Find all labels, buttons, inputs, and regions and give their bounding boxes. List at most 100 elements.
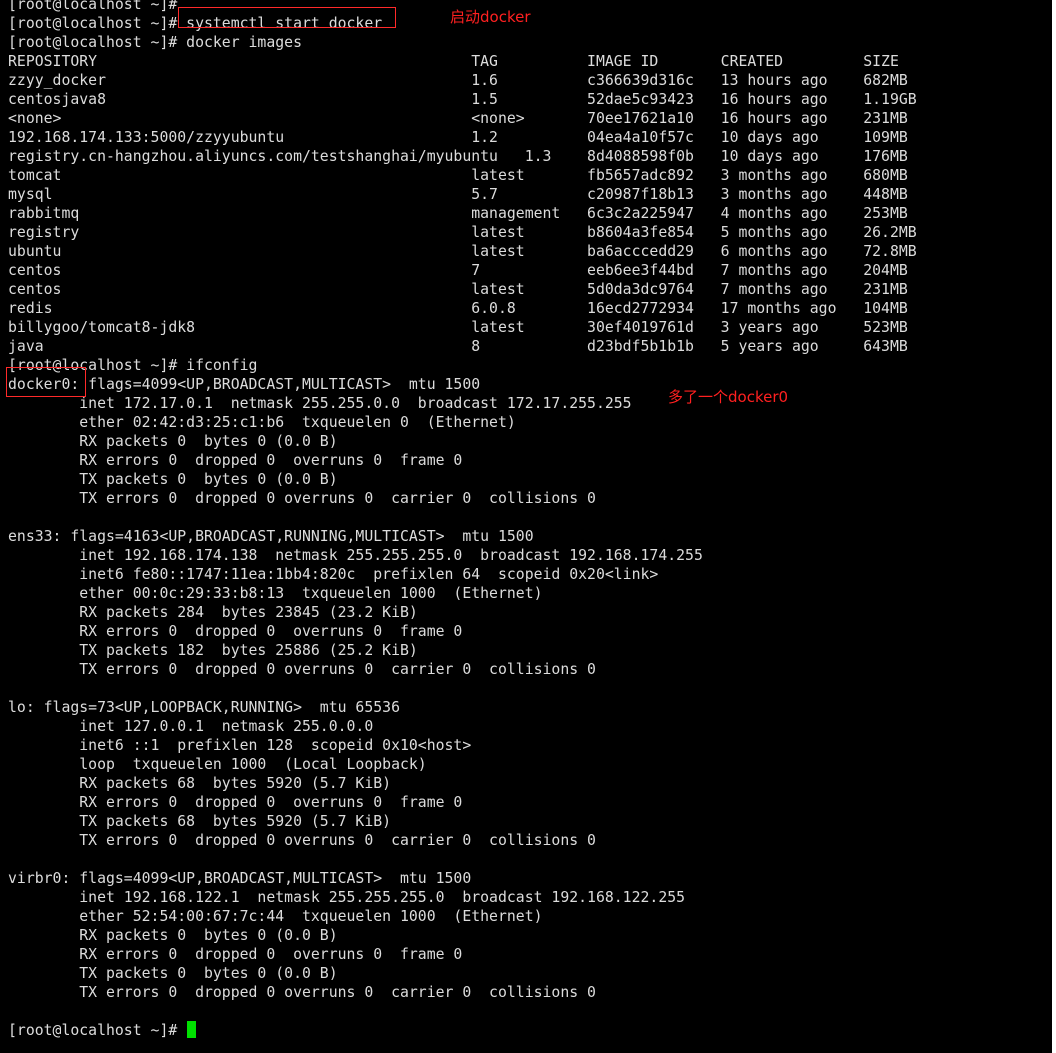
terminal-window[interactable]: [root@localhost ~]# [root@localhost ~]# … — [0, 0, 1056, 1053]
terminal-line-text: java 8 d23bdf5b1b1b 5 years ago 643MB — [8, 338, 908, 355]
start-docker-annotation: 启动docker — [450, 8, 531, 26]
terminal-line: ether 00:0c:29:33:b8:13 txqueuelen 1000 … — [8, 584, 917, 603]
terminal-line: mysql 5.7 c20987f18b13 3 months ago 448M… — [8, 185, 917, 204]
terminal-line-text: billygoo/tomcat8-jdk8 latest 30ef4019761… — [8, 319, 908, 336]
terminal-line: TX errors 0 dropped 0 overruns 0 carrier… — [8, 831, 917, 850]
terminal-line: [root@localhost ~]# docker images — [8, 33, 917, 52]
terminal-line-text: docker0: flags=4099<UP,BROADCAST,MULTICA… — [8, 376, 481, 393]
terminal-line-text: tomcat latest fb5657adc892 3 months ago … — [8, 167, 908, 184]
terminal-line-text: TX errors 0 dropped 0 overruns 0 carrier… — [8, 984, 596, 1001]
terminal-line: RX errors 0 dropped 0 overruns 0 frame 0 — [8, 451, 917, 470]
terminal-line: RX packets 0 bytes 0 (0.0 B) — [8, 926, 917, 945]
terminal-line: TX errors 0 dropped 0 overruns 0 carrier… — [8, 660, 917, 679]
terminal-line: RX packets 68 bytes 5920 (5.7 KiB) — [8, 774, 917, 793]
terminal-line: ens33: flags=4163<UP,BROADCAST,RUNNING,M… — [8, 527, 917, 546]
terminal-line: inet6 ::1 prefixlen 128 scopeid 0x10<hos… — [8, 736, 917, 755]
terminal-line-text: [root@localhost ~]# systemctl start dock… — [8, 15, 383, 32]
terminal-line-text: TX packets 68 bytes 5920 (5.7 KiB) — [8, 813, 392, 830]
terminal-line-text: TX packets 0 bytes 0 (0.0 B) — [8, 965, 338, 982]
terminal-line: rabbitmq management 6c3c2a225947 4 month… — [8, 204, 917, 223]
terminal-line: REPOSITORY TAG IMAGE ID CREATED SIZE — [8, 52, 917, 71]
terminal-output: [root@localhost ~]# [root@localhost ~]# … — [8, 0, 917, 1040]
terminal-line-text: RX errors 0 dropped 0 overruns 0 frame 0 — [8, 452, 463, 469]
terminal-line: 192.168.174.133:5000/zzyyubuntu 1.2 04ea… — [8, 128, 917, 147]
terminal-line-text: registry latest b8604a3fe854 5 months ag… — [8, 224, 917, 241]
terminal-line: lo: flags=73<UP,LOOPBACK,RUNNING> mtu 65… — [8, 698, 917, 717]
terminal-line: virbr0: flags=4099<UP,BROADCAST,MULTICAS… — [8, 869, 917, 888]
terminal-line-text: RX errors 0 dropped 0 overruns 0 frame 0 — [8, 946, 463, 963]
terminal-line: TX packets 0 bytes 0 (0.0 B) — [8, 470, 917, 489]
terminal-line-text: inet6 ::1 prefixlen 128 scopeid 0x10<hos… — [8, 737, 472, 754]
terminal-line-text: loop txqueuelen 1000 (Local Loopback) — [8, 756, 427, 773]
terminal-line: redis 6.0.8 16ecd2772934 17 months ago 1… — [8, 299, 917, 318]
terminal-line: zzyy_docker 1.6 c366639d316c 13 hours ag… — [8, 71, 917, 90]
terminal-line: centos latest 5d0da3dc9764 7 months ago … — [8, 280, 917, 299]
terminal-line-text: inet 127.0.0.1 netmask 255.0.0.0 — [8, 718, 374, 735]
terminal-line-text: RX errors 0 dropped 0 overruns 0 frame 0 — [8, 794, 463, 811]
terminal-cursor — [187, 1021, 197, 1038]
terminal-line: TX errors 0 dropped 0 overruns 0 carrier… — [8, 489, 917, 508]
terminal-line: billygoo/tomcat8-jdk8 latest 30ef4019761… — [8, 318, 917, 337]
terminal-line-text: ether 00:0c:29:33:b8:13 txqueuelen 1000 … — [8, 585, 543, 602]
terminal-line-text: RX packets 68 bytes 5920 (5.7 KiB) — [8, 775, 392, 792]
terminal-line-text: ether 52:54:00:67:7c:44 txqueuelen 1000 … — [8, 908, 543, 925]
terminal-line-text: rabbitmq management 6c3c2a225947 4 month… — [8, 205, 908, 222]
terminal-line: centos 7 eeb6ee3f44bd 7 months ago 204MB — [8, 261, 917, 280]
terminal-line-text: registry.cn-hangzhou.aliyuncs.com/testsh… — [8, 148, 908, 165]
terminal-line: registry latest b8604a3fe854 5 months ag… — [8, 223, 917, 242]
terminal-line-text: centos latest 5d0da3dc9764 7 months ago … — [8, 281, 908, 298]
terminal-line-text: TX errors 0 dropped 0 overruns 0 carrier… — [8, 832, 596, 849]
terminal-line: TX packets 182 bytes 25886 (25.2 KiB) — [8, 641, 917, 660]
terminal-line-text: mysql 5.7 c20987f18b13 3 months ago 448M… — [8, 186, 908, 203]
terminal-line-text: TX packets 182 bytes 25886 (25.2 KiB) — [8, 642, 418, 659]
terminal-line-text: RX packets 284 bytes 23845 (23.2 KiB) — [8, 604, 418, 621]
terminal-line: TX errors 0 dropped 0 overruns 0 carrier… — [8, 983, 917, 1002]
terminal-line: inet 127.0.0.1 netmask 255.0.0.0 — [8, 717, 917, 736]
terminal-line: centosjava8 1.5 52dae5c93423 16 hours ag… — [8, 90, 917, 109]
terminal-line: inet6 fe80::1747:11ea:1bb4:820c prefixle… — [8, 565, 917, 584]
terminal-line-text: TX errors 0 dropped 0 overruns 0 carrier… — [8, 661, 596, 678]
terminal-line-text: redis 6.0.8 16ecd2772934 17 months ago 1… — [8, 300, 908, 317]
terminal-line: RX packets 0 bytes 0 (0.0 B) — [8, 432, 917, 451]
terminal-line-text: REPOSITORY TAG IMAGE ID CREATED SIZE — [8, 53, 899, 70]
terminal-line: ether 02:42:d3:25:c1:b6 txqueuelen 0 (Et… — [8, 413, 917, 432]
terminal-line-text: 192.168.174.133:5000/zzyyubuntu 1.2 04ea… — [8, 129, 908, 146]
terminal-line-text: RX packets 0 bytes 0 (0.0 B) — [8, 927, 338, 944]
terminal-line-text: lo: flags=73<UP,LOOPBACK,RUNNING> mtu 65… — [8, 699, 400, 716]
terminal-line-text: zzyy_docker 1.6 c366639d316c 13 hours ag… — [8, 72, 908, 89]
terminal-line-text: RX packets 0 bytes 0 (0.0 B) — [8, 433, 338, 450]
terminal-line: TX packets 68 bytes 5920 (5.7 KiB) — [8, 812, 917, 831]
terminal-line-text: virbr0: flags=4099<UP,BROADCAST,MULTICAS… — [8, 870, 472, 887]
terminal-line-text: centos 7 eeb6ee3f44bd 7 months ago 204MB — [8, 262, 908, 279]
terminal-line-text: ens33: flags=4163<UP,BROADCAST,RUNNING,M… — [8, 528, 534, 545]
terminal-line: tomcat latest fb5657adc892 3 months ago … — [8, 166, 917, 185]
terminal-line-text: [root@localhost ~]# — [8, 0, 187, 13]
terminal-line-text: TX errors 0 dropped 0 overruns 0 carrier… — [8, 490, 596, 507]
terminal-line: [root@localhost ~]# ifconfig — [8, 356, 917, 375]
terminal-line: inet 192.168.122.1 netmask 255.255.255.0… — [8, 888, 917, 907]
terminal-line-text: TX packets 0 bytes 0 (0.0 B) — [8, 471, 338, 488]
terminal-line: java 8 d23bdf5b1b1b 5 years ago 643MB — [8, 337, 917, 356]
terminal-line-text: inet 192.168.122.1 netmask 255.255.255.0… — [8, 889, 686, 906]
terminal-line: [root@localhost ~]# — [8, 1021, 917, 1040]
terminal-line-text: [root@localhost ~]# ifconfig — [8, 357, 258, 374]
terminal-line: RX errors 0 dropped 0 overruns 0 frame 0 — [8, 945, 917, 964]
terminal-line-text: [root@localhost ~]# — [8, 1022, 187, 1039]
terminal-line: loop txqueuelen 1000 (Local Loopback) — [8, 755, 917, 774]
terminal-line-text: [root@localhost ~]# docker images — [8, 34, 302, 51]
docker0-added-annotation: 多了一个docker0 — [668, 388, 789, 406]
terminal-line-text: RX errors 0 dropped 0 overruns 0 frame 0 — [8, 623, 463, 640]
terminal-line: ether 52:54:00:67:7c:44 txqueuelen 1000 … — [8, 907, 917, 926]
terminal-line-text: <none> <none> 70ee17621a10 16 hours ago … — [8, 110, 908, 127]
terminal-line-text: ether 02:42:d3:25:c1:b6 txqueuelen 0 (Et… — [8, 414, 516, 431]
terminal-line-text: inet6 fe80::1747:11ea:1bb4:820c prefixle… — [8, 566, 659, 583]
terminal-line: <none> <none> 70ee17621a10 16 hours ago … — [8, 109, 917, 128]
terminal-line: TX packets 0 bytes 0 (0.0 B) — [8, 964, 917, 983]
terminal-line: RX errors 0 dropped 0 overruns 0 frame 0 — [8, 793, 917, 812]
terminal-line: RX errors 0 dropped 0 overruns 0 frame 0 — [8, 622, 917, 641]
terminal-line: RX packets 284 bytes 23845 (23.2 KiB) — [8, 603, 917, 622]
terminal-line: inet 192.168.174.138 netmask 255.255.255… — [8, 546, 917, 565]
